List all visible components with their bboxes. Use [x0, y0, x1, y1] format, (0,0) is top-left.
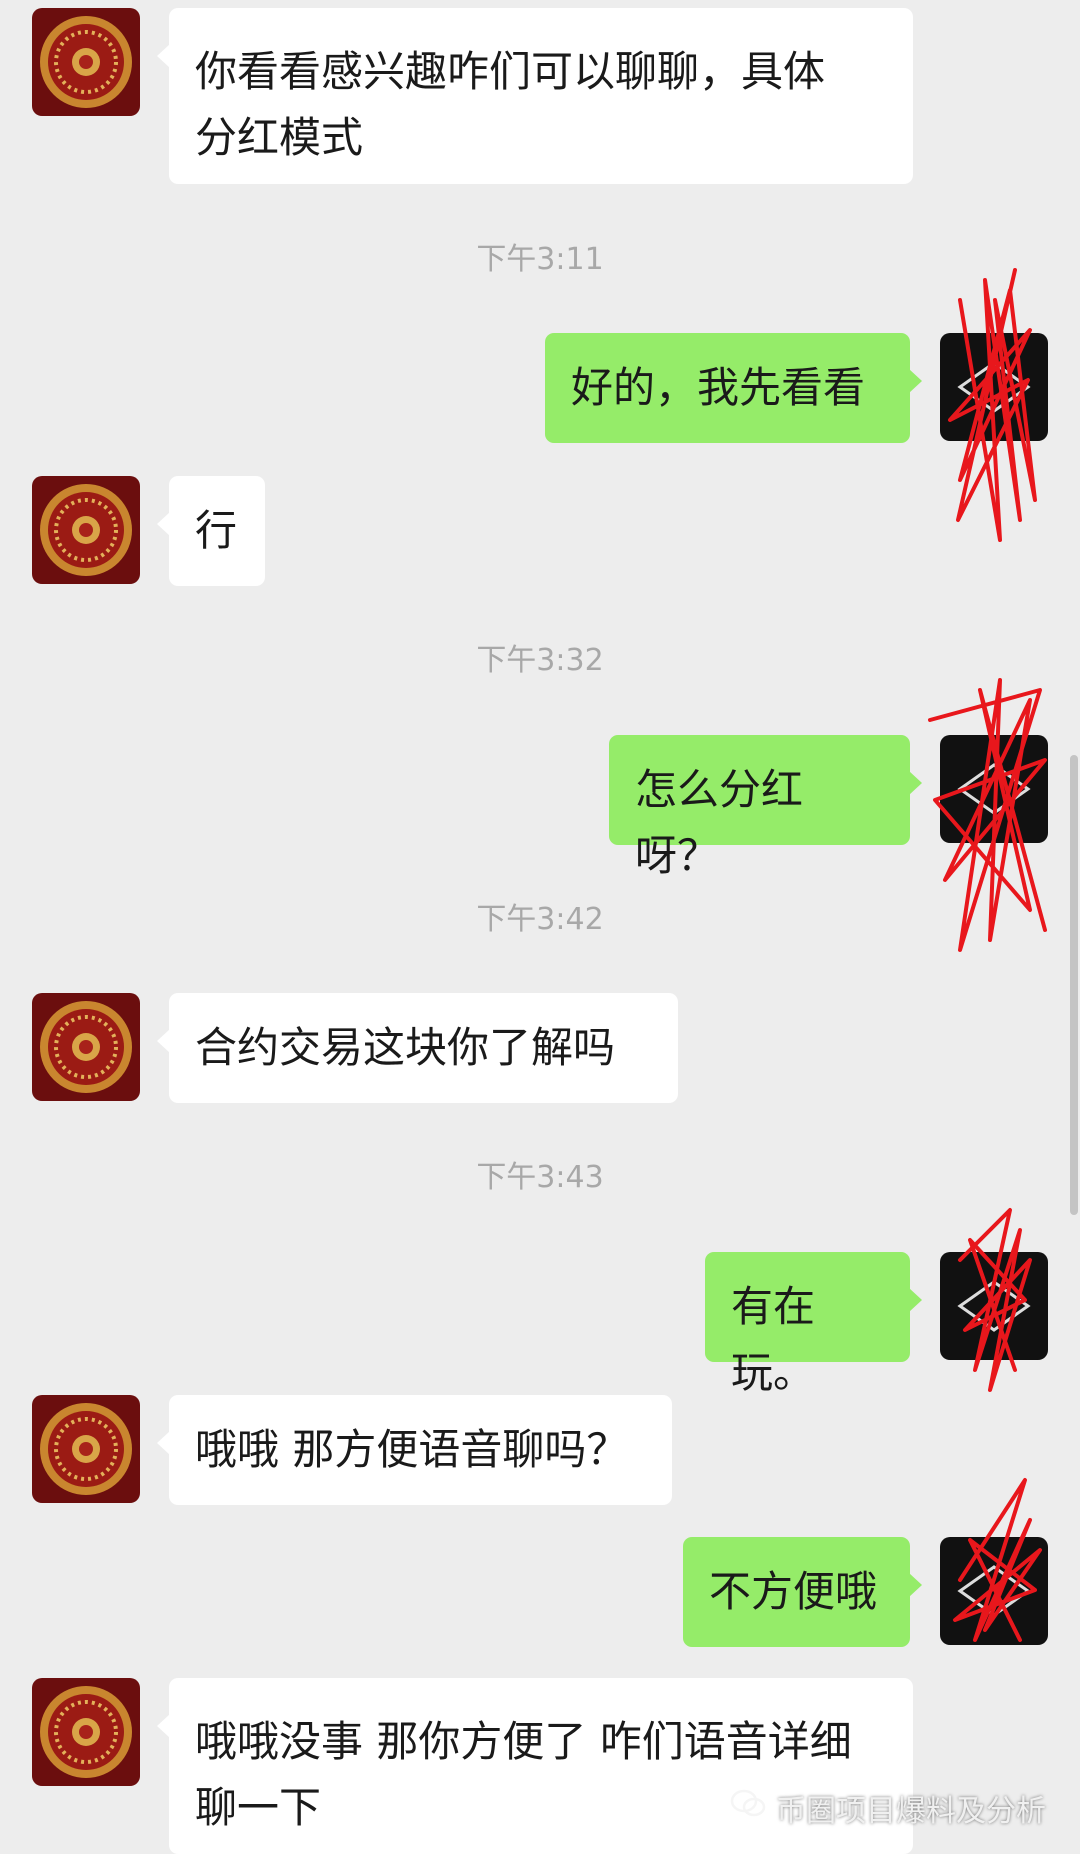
contact-avatar[interactable] — [32, 8, 140, 116]
bubble-tail — [157, 44, 170, 68]
chat-timestamp: 下午3:43 — [476, 1160, 604, 1195]
watermark: 币圈项目爆料及分析 — [730, 1786, 1046, 1830]
outgoing-message-bubble[interactable]: 怎么分红呀？ — [609, 735, 922, 880]
self-avatar-icon — [940, 1537, 1048, 1645]
outgoing-message-bubble[interactable]: 好的，我先看看 — [545, 333, 922, 443]
chat-timestamp: 下午3:11 — [476, 242, 604, 277]
bubble-tail — [909, 1573, 922, 1597]
wechat-icon — [730, 1789, 766, 1827]
incoming-message-bubble[interactable]: 你看看感兴趣咋们可以聊聊，具体 分红模式 — [157, 8, 913, 184]
incoming-message-bubble[interactable]: 合约交易这块你了解吗 — [157, 993, 678, 1103]
bubble-tail — [909, 771, 922, 795]
contact-avatar[interactable] — [32, 1678, 140, 1786]
self-avatar[interactable] — [940, 333, 1048, 441]
ornament-avatar-icon — [32, 476, 140, 584]
ornament-avatar-icon — [32, 993, 140, 1101]
message-text: 好的，我先看看 — [571, 363, 866, 412]
bubble-tail — [157, 1431, 170, 1455]
contact-avatar[interactable] — [32, 1395, 140, 1503]
chat-timestamp: 下午3:42 — [476, 902, 604, 937]
scrollbar[interactable] — [1070, 755, 1078, 1215]
contact-avatar[interactable] — [32, 993, 140, 1101]
self-avatar[interactable] — [940, 1537, 1048, 1645]
bubble-tail — [157, 512, 170, 536]
bubble-tail — [909, 1288, 922, 1312]
self-avatar[interactable] — [940, 735, 1048, 843]
bubble-tail — [157, 1029, 170, 1053]
outgoing-message-bubble[interactable]: 不方便哦 — [683, 1537, 922, 1647]
ornament-avatar-icon — [32, 8, 140, 116]
message-text: 有在玩。 — [731, 1282, 816, 1397]
incoming-message-bubble[interactable]: 哦哦 那方便语音聊吗？ — [157, 1395, 672, 1505]
contact-avatar[interactable] — [32, 476, 140, 584]
message-text: 行 — [195, 506, 238, 555]
chat-timestamp: 下午3:32 — [476, 643, 604, 678]
message-text: 合约交易这块你了解吗 — [195, 1023, 616, 1072]
bubble-tail — [909, 369, 922, 393]
self-avatar-icon — [940, 1252, 1048, 1360]
message-text: 你看看感兴趣咋们可以聊聊，具体 分红模式 — [195, 47, 826, 162]
self-avatar-icon — [940, 735, 1048, 843]
bubble-tail — [157, 1714, 170, 1738]
self-avatar-icon — [940, 333, 1048, 441]
self-avatar[interactable] — [940, 1252, 1048, 1360]
message-text: 不方便哦 — [709, 1567, 878, 1616]
message-text: 哦哦 那方便语音聊吗？ — [195, 1425, 629, 1474]
message-text: 怎么分红呀？ — [635, 765, 804, 880]
outgoing-message-bubble[interactable]: 有在玩。 — [705, 1252, 922, 1397]
ornament-avatar-icon — [32, 1678, 140, 1786]
watermark-text: 币圈项目爆料及分析 — [776, 1794, 1046, 1829]
ornament-avatar-icon — [32, 1395, 140, 1503]
incoming-message-bubble[interactable]: 行 — [157, 476, 265, 586]
